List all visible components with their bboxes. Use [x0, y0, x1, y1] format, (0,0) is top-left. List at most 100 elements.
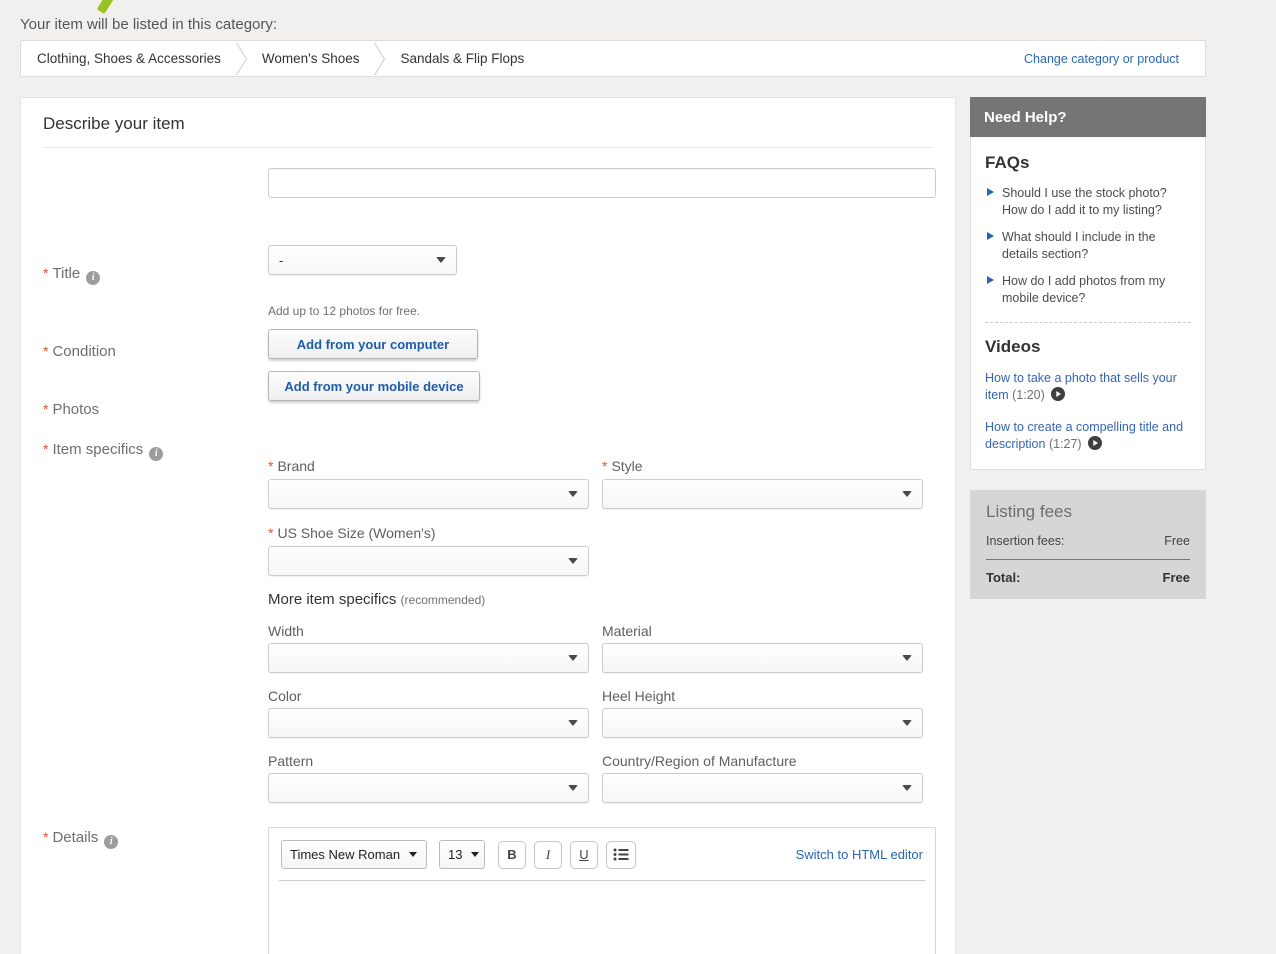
shoe-size-select[interactable] — [268, 546, 589, 576]
faq-item-details-section[interactable]: What should I include in the details sec… — [985, 229, 1191, 262]
insertion-fees-value: Free — [1164, 534, 1190, 548]
font-family-value: Times New Roman — [290, 847, 400, 862]
title-input[interactable] — [268, 168, 936, 198]
required-marker: * — [43, 343, 48, 359]
breadcrumb: Clothing, Shoes & Accessories Women's Sh… — [20, 40, 1206, 77]
font-size-value: 13 — [448, 847, 462, 862]
chevron-down-icon — [568, 720, 578, 726]
play-icon[interactable] — [1051, 387, 1065, 401]
panel-title: Describe your item — [43, 98, 933, 148]
required-marker: * — [43, 829, 48, 845]
chevron-down-icon — [409, 852, 417, 857]
required-marker: * — [43, 265, 48, 281]
chevron-down-icon — [471, 852, 479, 857]
total-label: Total: — [986, 570, 1020, 585]
play-icon[interactable] — [1088, 436, 1102, 450]
country-select[interactable] — [602, 773, 923, 803]
breadcrumb-item-clothing[interactable]: Clothing, Shoes & Accessories — [21, 51, 235, 66]
faqs-heading: FAQs — [985, 153, 1191, 173]
add-from-mobile-button[interactable]: Add from your mobile device — [268, 371, 480, 401]
triangle-right-icon — [987, 276, 994, 284]
need-help-body: FAQs Should I use the stock photo? How d… — [970, 137, 1206, 470]
pattern-label: Pattern — [268, 753, 313, 769]
change-category-link[interactable]: Change category or product — [1024, 52, 1179, 66]
faq-item-stock-photo[interactable]: Should I use the stock photo? How do I a… — [985, 185, 1191, 218]
heel-height-select[interactable] — [602, 708, 923, 738]
material-label: Material — [602, 623, 652, 639]
describe-item-panel: Describe your item *Titlei *Condition - … — [20, 97, 956, 954]
need-help-header: Need Help? — [970, 97, 1206, 137]
chevron-down-icon — [436, 257, 446, 263]
switch-html-editor-link[interactable]: Switch to HTML editor — [796, 847, 923, 862]
color-label: Color — [268, 688, 301, 704]
item-specifics-label: *Item specificsi — [43, 441, 163, 461]
font-size-select[interactable]: 13 — [439, 840, 485, 869]
triangle-right-icon — [987, 232, 994, 240]
ebay-logo-partial — [97, 0, 121, 14]
width-select[interactable] — [268, 643, 589, 673]
style-label: *Style — [602, 458, 643, 474]
insertion-fees-label: Insertion fees: — [986, 534, 1065, 548]
required-marker: * — [268, 525, 273, 541]
info-icon[interactable]: i — [149, 447, 163, 461]
shoe-size-label: *US Shoe Size (Women's) — [268, 525, 435, 541]
italic-button[interactable]: I — [534, 841, 562, 869]
required-marker: * — [43, 441, 48, 457]
chevron-down-icon — [902, 720, 912, 726]
recommended-note: (recommended) — [401, 593, 486, 607]
triangle-right-icon — [987, 188, 994, 196]
color-select[interactable] — [268, 708, 589, 738]
more-specifics-heading: More item specifics (recommended) — [268, 591, 485, 608]
breadcrumb-item-womens-shoes[interactable]: Women's Shoes — [248, 51, 374, 66]
chevron-down-icon — [568, 558, 578, 564]
underline-button[interactable]: U — [570, 841, 598, 869]
required-marker: * — [43, 401, 48, 417]
pattern-select[interactable] — [268, 773, 589, 803]
required-marker: * — [602, 458, 607, 474]
add-from-computer-button[interactable]: Add from your computer — [268, 329, 478, 359]
brand-label: *Brand — [268, 458, 315, 474]
video-link-compelling-title[interactable]: How to create a compelling title and des… — [985, 419, 1185, 453]
insertion-fees-row: Insertion fees: Free — [986, 534, 1190, 560]
bold-button[interactable]: B — [498, 841, 526, 869]
video-duration: (1:20) — [1012, 388, 1045, 402]
faq-item-mobile-photos[interactable]: How do I add photos from my mobile devic… — [985, 273, 1191, 306]
info-icon[interactable]: i — [104, 835, 118, 849]
condition-select[interactable]: - — [268, 245, 457, 275]
info-icon[interactable]: i — [86, 271, 100, 285]
photos-label: *Photos — [43, 401, 99, 418]
editor-toolbar: Times New Roman 13 B I U Switch to HTML … — [269, 828, 935, 880]
style-select[interactable] — [602, 479, 923, 509]
chevron-right-icon — [373, 41, 386, 77]
listing-page: Your item will be listed in this categor… — [0, 0, 1276, 954]
details-label: *Detailsi — [43, 829, 118, 849]
photos-note: Add up to 12 photos for free. — [268, 304, 420, 318]
heel-height-label: Heel Height — [602, 688, 675, 704]
total-value: Free — [1163, 570, 1190, 585]
chevron-right-icon — [235, 41, 248, 77]
video-link-photo-that-sells[interactable]: How to take a photo that sells your item… — [985, 370, 1185, 404]
section-divider — [985, 322, 1191, 323]
details-editor: Times New Roman 13 B I U Switch to HTML … — [268, 827, 936, 954]
chevron-down-icon — [568, 655, 578, 661]
chevron-down-icon — [902, 785, 912, 791]
title-label: *Titlei — [43, 265, 100, 285]
chevron-down-icon — [568, 491, 578, 497]
bullet-list-icon — [613, 848, 629, 861]
listing-fees-box: Listing fees Insertion fees: Free Total:… — [970, 490, 1206, 599]
total-fees-row: Total: Free — [986, 560, 1190, 585]
videos-heading: Videos — [985, 337, 1191, 357]
width-label: Width — [268, 623, 304, 639]
video-duration: (1:27) — [1049, 437, 1082, 451]
material-select[interactable] — [602, 643, 923, 673]
breadcrumb-item-sandals[interactable]: Sandals & Flip Flops — [386, 51, 538, 66]
required-marker: * — [268, 458, 273, 474]
listing-fees-heading: Listing fees — [986, 502, 1190, 522]
editor-content-area[interactable] — [269, 881, 935, 941]
chevron-down-icon — [902, 655, 912, 661]
font-family-select[interactable]: Times New Roman — [281, 840, 427, 869]
chevron-down-icon — [568, 785, 578, 791]
brand-select[interactable] — [268, 479, 589, 509]
condition-label: *Condition — [43, 343, 116, 360]
bullet-list-button[interactable] — [606, 841, 636, 869]
